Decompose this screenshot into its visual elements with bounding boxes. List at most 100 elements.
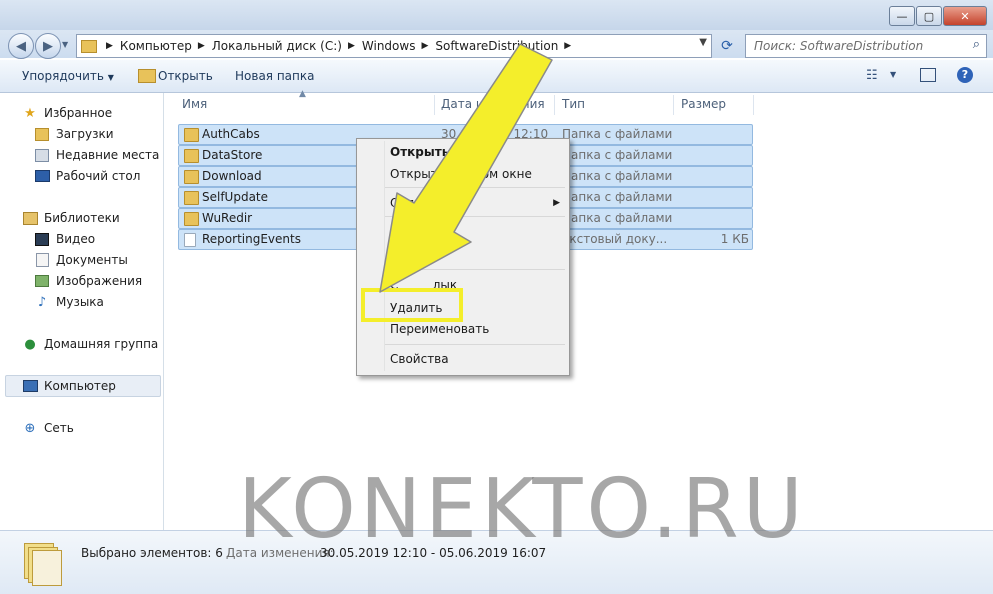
sidebar-item-libraries[interactable]: Библиотеки — [22, 209, 120, 227]
window-controls: — ▢ ✕ — [888, 6, 987, 26]
navigation-pane: ★ Избранное Загрузки Недавние места Рабо… — [0, 93, 164, 530]
address-dropdown-icon[interactable]: ▼ — [699, 37, 707, 48]
sidebar-item-video[interactable]: Видео — [34, 230, 95, 248]
preview-pane-icon[interactable] — [920, 68, 936, 82]
refresh-icon: ⟳ — [721, 38, 733, 54]
view-options-icon[interactable]: ☷ — [866, 68, 878, 83]
view-dropdown-icon[interactable]: ▼ — [890, 70, 896, 79]
file-size: 1 КБ — [720, 232, 749, 246]
sidebar-item-recent-places[interactable]: Недавние места — [34, 146, 159, 164]
search-input[interactable]: Поиск: SoftwareDistribution ⌕ — [745, 34, 987, 58]
homegroup-icon: ● — [24, 336, 36, 352]
menu-separator — [385, 344, 565, 345]
sidebar-label: Видео — [56, 232, 96, 246]
recent-places-icon — [34, 148, 50, 162]
menu-separator — [385, 269, 565, 270]
file-name: WuRedir — [202, 211, 253, 225]
breadcrumb-separator-icon[interactable]: ▶ — [348, 41, 355, 51]
sidebar-label: Рабочий стол — [56, 169, 141, 183]
sort-ascending-icon: ▲ — [299, 89, 306, 99]
menu-gutter — [384, 141, 385, 371]
new-folder-button[interactable]: Новая папка — [235, 69, 314, 83]
breadcrumb-separator-icon[interactable]: ▶ — [421, 41, 428, 51]
breadcrumb-computer[interactable]: Компьютер — [120, 39, 192, 53]
network-icon: ⊕ — [24, 420, 36, 436]
menu-item-open[interactable]: Открыть — [390, 145, 449, 159]
sidebar-item-network[interactable]: ⊕ Сеть — [22, 419, 74, 437]
folder-icon — [184, 212, 199, 226]
sidebar-item-desktop[interactable]: Рабочий стол — [34, 167, 140, 185]
sidebar-label: Компьютер — [44, 379, 116, 393]
menu-item-copy[interactable]: Копи — [390, 248, 422, 262]
navigation-bar: ◀ ▶ ▼ ▶ Компьютер ▶ Локальный диск (C:) … — [0, 30, 993, 59]
video-icon — [34, 232, 50, 246]
search-icon[interactable]: ⌕ — [973, 37, 980, 52]
menu-item-rename[interactable]: Переименовать — [390, 322, 489, 336]
multiple-files-icon — [24, 543, 62, 586]
file-type: Папка с файлами — [562, 211, 673, 225]
column-divider[interactable] — [434, 95, 435, 115]
refresh-button[interactable]: ⟳ — [715, 36, 739, 56]
sidebar-label: Избранное — [44, 106, 113, 120]
sidebar-label: Музыка — [56, 295, 104, 309]
breadcrumb-separator-icon[interactable]: ▶ — [106, 41, 113, 51]
sidebar-item-favorites[interactable]: ★ Избранное — [22, 104, 112, 122]
history-dropdown-icon[interactable]: ▼ — [62, 40, 68, 49]
column-header-size[interactable]: Размер — [681, 97, 726, 111]
minimize-button[interactable]: — — [889, 6, 915, 26]
sidebar-label: Загрузки — [56, 127, 114, 141]
open-button[interactable]: Открыть — [158, 69, 213, 83]
watermark: KONEKTO.RU — [238, 462, 807, 557]
selected-count: Выбрано элементов: 6 — [81, 546, 223, 560]
column-header-type[interactable]: Тип — [562, 97, 585, 111]
command-bar: Упорядочить ▼ Открыть Новая папка ☷ ▼ ? — [0, 60, 993, 93]
breadcrumb-separator-icon[interactable]: ▶ — [198, 41, 205, 51]
sidebar-item-music[interactable]: ♪ Музыка — [34, 293, 104, 311]
music-icon: ♪ — [37, 294, 47, 310]
sidebar-label: Сеть — [44, 421, 74, 435]
sidebar-item-downloads[interactable]: Загрузки — [34, 125, 114, 143]
menu-item-send-to[interactable]: Отправить — [390, 196, 458, 210]
sidebar-label: Домашняя группа — [44, 337, 159, 351]
help-icon[interactable]: ? — [957, 67, 973, 83]
breadcrumb-separator-icon[interactable]: ▶ — [564, 41, 571, 51]
file-name: Download — [202, 169, 262, 183]
file-type: Папка с файлами — [562, 190, 673, 204]
address-bar[interactable]: ▶ Компьютер ▶ Локальный диск (C:) ▶ Wind… — [76, 34, 712, 58]
folder-icon — [184, 191, 199, 205]
menu-item-open-new-window[interactable]: Открыть в новом окне — [390, 167, 532, 181]
file-type: Папка с файлами — [562, 148, 673, 162]
file-name: AuthCabs — [202, 127, 260, 141]
folder-icon — [184, 149, 199, 163]
sidebar-label: Недавние места — [56, 148, 160, 162]
pictures-icon — [34, 274, 50, 288]
column-divider[interactable] — [753, 95, 754, 115]
organize-button[interactable]: Упорядочить ▼ — [22, 69, 114, 83]
sidebar-item-homegroup[interactable]: ● Домашняя группа — [22, 335, 158, 353]
breadcrumb-local-disk[interactable]: Локальный диск (C:) — [212, 39, 342, 53]
close-button[interactable]: ✕ — [943, 6, 987, 26]
column-header-name[interactable]: Имя — [182, 97, 207, 111]
desktop-icon — [34, 169, 50, 183]
sidebar-label: Документы — [56, 253, 128, 267]
column-divider[interactable] — [554, 95, 555, 115]
column-divider[interactable] — [673, 95, 674, 115]
sidebar-item-pictures[interactable]: Изображения — [34, 272, 142, 290]
column-header-date[interactable]: Дата изменения — [441, 97, 545, 111]
back-button[interactable]: ◀ — [8, 33, 34, 59]
delete-highlight-frame — [361, 288, 463, 322]
file-type: Папка с файлами — [562, 169, 673, 183]
breadcrumb-windows[interactable]: Windows — [362, 39, 416, 53]
sidebar-item-computer[interactable]: Компьютер — [22, 377, 116, 395]
forward-button[interactable]: ▶ — [35, 33, 61, 59]
breadcrumb-softwaredistribution[interactable]: SoftwareDistribution — [435, 39, 558, 53]
documents-icon — [34, 253, 50, 267]
menu-item-cut[interactable]: Вырез — [390, 226, 429, 240]
computer-icon — [22, 379, 38, 393]
submenu-arrow-icon: ▶ — [553, 198, 560, 208]
file-name: SelfUpdate — [202, 190, 269, 204]
menu-item-properties[interactable]: Свойства — [390, 352, 449, 366]
maximize-button[interactable]: ▢ — [916, 6, 942, 26]
sidebar-item-documents[interactable]: Документы — [34, 251, 128, 269]
file-type: Папка с файлами — [562, 127, 673, 141]
